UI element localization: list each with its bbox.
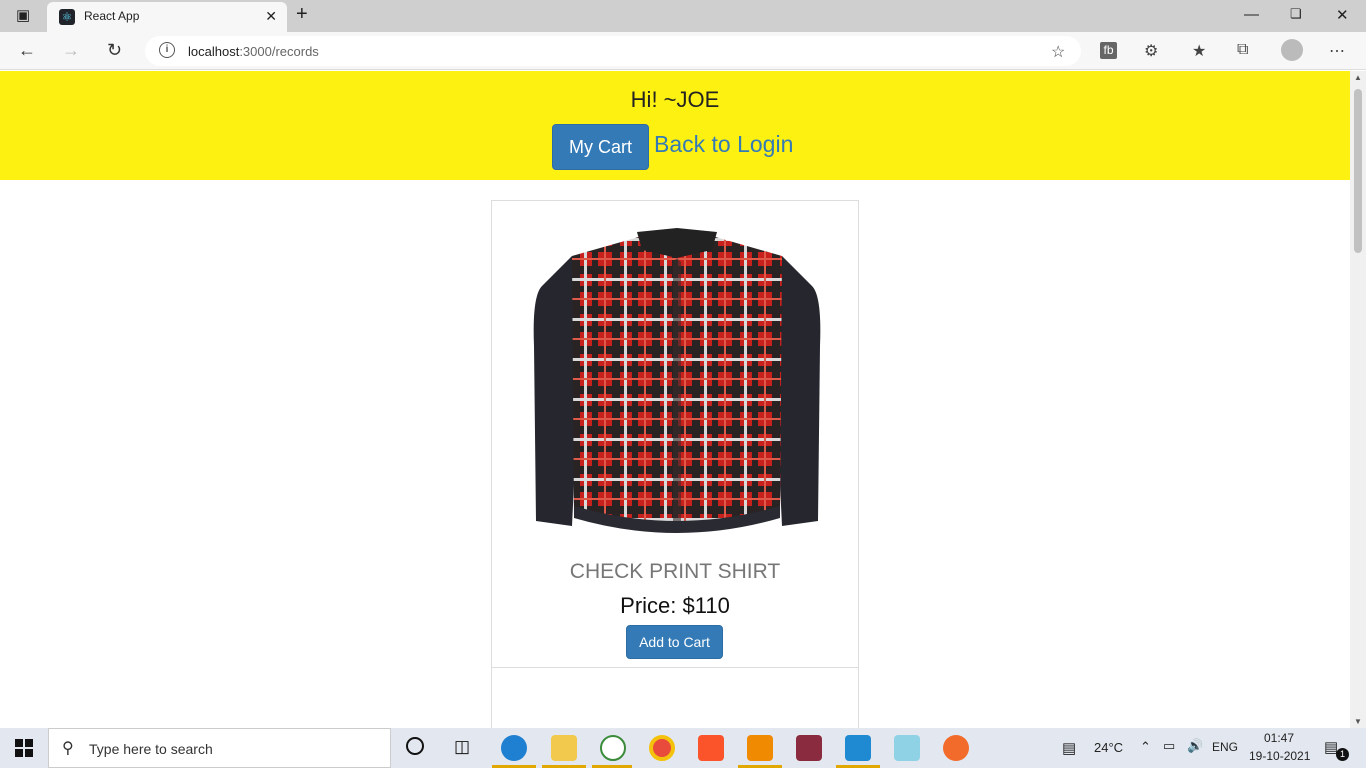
taskbar-search-box[interactable]: ⚲ Type here to search [48,728,391,768]
extension-fb-icon[interactable]: fb [1100,42,1117,59]
tray-chevron-up-icon[interactable]: ⌃ [1140,739,1151,755]
add-to-cart-button[interactable]: Add to Cart [626,625,723,659]
edge-icon[interactable] [501,735,527,761]
task-view-icon[interactable]: ◫ [454,737,470,757]
page-header: Hi! ~JOE My Cart Back to Login [0,71,1350,180]
tab-title: React App [84,9,140,23]
url-text: localhost:3000/records [188,44,319,59]
scroll-down-icon[interactable]: ▼ [1354,717,1362,726]
favorite-add-icon[interactable]: ☆ [1051,42,1065,62]
weather-icon[interactable]: ▤ [1062,739,1076,757]
url-path: :3000/records [239,44,319,59]
weather-text[interactable]: 24°C [1094,740,1123,755]
more-menu-icon[interactable]: ⋯ [1329,41,1345,61]
mongodb-icon[interactable] [600,735,626,761]
vscode-icon[interactable] [845,735,871,761]
chrome-icon[interactable] [649,735,675,761]
my-cart-button[interactable]: My Cart [552,124,649,170]
favorites-icon[interactable]: ★ [1192,41,1206,61]
volume-icon[interactable]: 🔊 [1187,738,1203,754]
refresh-icon[interactable]: ↻ [107,40,122,61]
winrar-icon[interactable] [796,735,822,761]
address-bar[interactable]: i localhost:3000/records ☆ [145,36,1081,66]
vlc-icon[interactable] [747,735,773,761]
app-icon[interactable] [894,735,920,761]
check-print-shirt-image [533,228,821,533]
file-explorer-icon[interactable] [551,735,577,761]
browser-title-bar: ▣ ⚛ React App ✕ + — ❏ ✕ [0,0,1366,32]
browser-tab[interactable]: ⚛ React App ✕ [47,2,287,32]
start-button[interactable] [0,728,48,768]
url-host: localhost [188,44,240,59]
react-favicon-icon: ⚛ [59,9,75,25]
profile-avatar-icon[interactable] [1281,39,1303,61]
restore-icon[interactable]: ❏ [1290,6,1302,22]
clock-time[interactable]: 01:47 [1264,731,1294,745]
scroll-up-icon[interactable]: ▲ [1354,73,1362,82]
minimize-icon[interactable]: — [1244,6,1259,23]
browser-toolbar: ← → ↻ i localhost:3000/records ☆ fb ⚙ ★ … [0,32,1366,70]
window-close-icon[interactable]: ✕ [1336,6,1349,24]
back-icon[interactable]: ← [18,40,36,61]
windows-taskbar: ⚲ Type here to search ◫ ▤ 24°C ⌃ ▭ 🔊 ENG… [0,728,1366,768]
product-card-partial [491,667,859,728]
clock-date[interactable]: 19-10-2021 [1249,749,1310,763]
search-placeholder: Type here to search [89,741,213,757]
collections-icon[interactable]: ⧉ [1237,41,1248,59]
cortana-icon[interactable] [406,737,424,755]
greeting-text: Hi! ~JOE [630,87,720,112]
new-tab-icon[interactable]: + [296,3,308,26]
extensions-icon[interactable]: ⚙ [1144,41,1158,61]
page-content: Hi! ~JOE My Cart Back to Login CHECK PRI… [0,71,1350,728]
brave-icon[interactable] [698,735,724,761]
page-scrollbar[interactable]: ▲ ▼ [1350,71,1366,728]
site-info-icon[interactable]: i [159,42,175,58]
product-price: Price: $110 [620,593,730,618]
back-to-login-link[interactable]: Back to Login [654,131,793,158]
search-icon: ⚲ [62,740,74,757]
postman-icon[interactable] [943,735,969,761]
product-card: CHECK PRINT SHIRT Price: $110 Add to Car… [491,200,859,668]
scrollbar-thumb[interactable] [1354,89,1362,253]
notification-count-badge: 1 [1336,748,1349,761]
forward-icon[interactable]: → [62,40,80,61]
language-indicator[interactable]: ENG [1212,740,1238,754]
battery-icon[interactable]: ▭ [1163,738,1175,754]
tab-close-icon[interactable]: ✕ [265,8,277,25]
product-name: CHECK PRINT SHIRT [569,560,781,583]
windows-logo-icon [15,739,33,757]
tab-actions-icon[interactable]: ▣ [16,6,30,24]
